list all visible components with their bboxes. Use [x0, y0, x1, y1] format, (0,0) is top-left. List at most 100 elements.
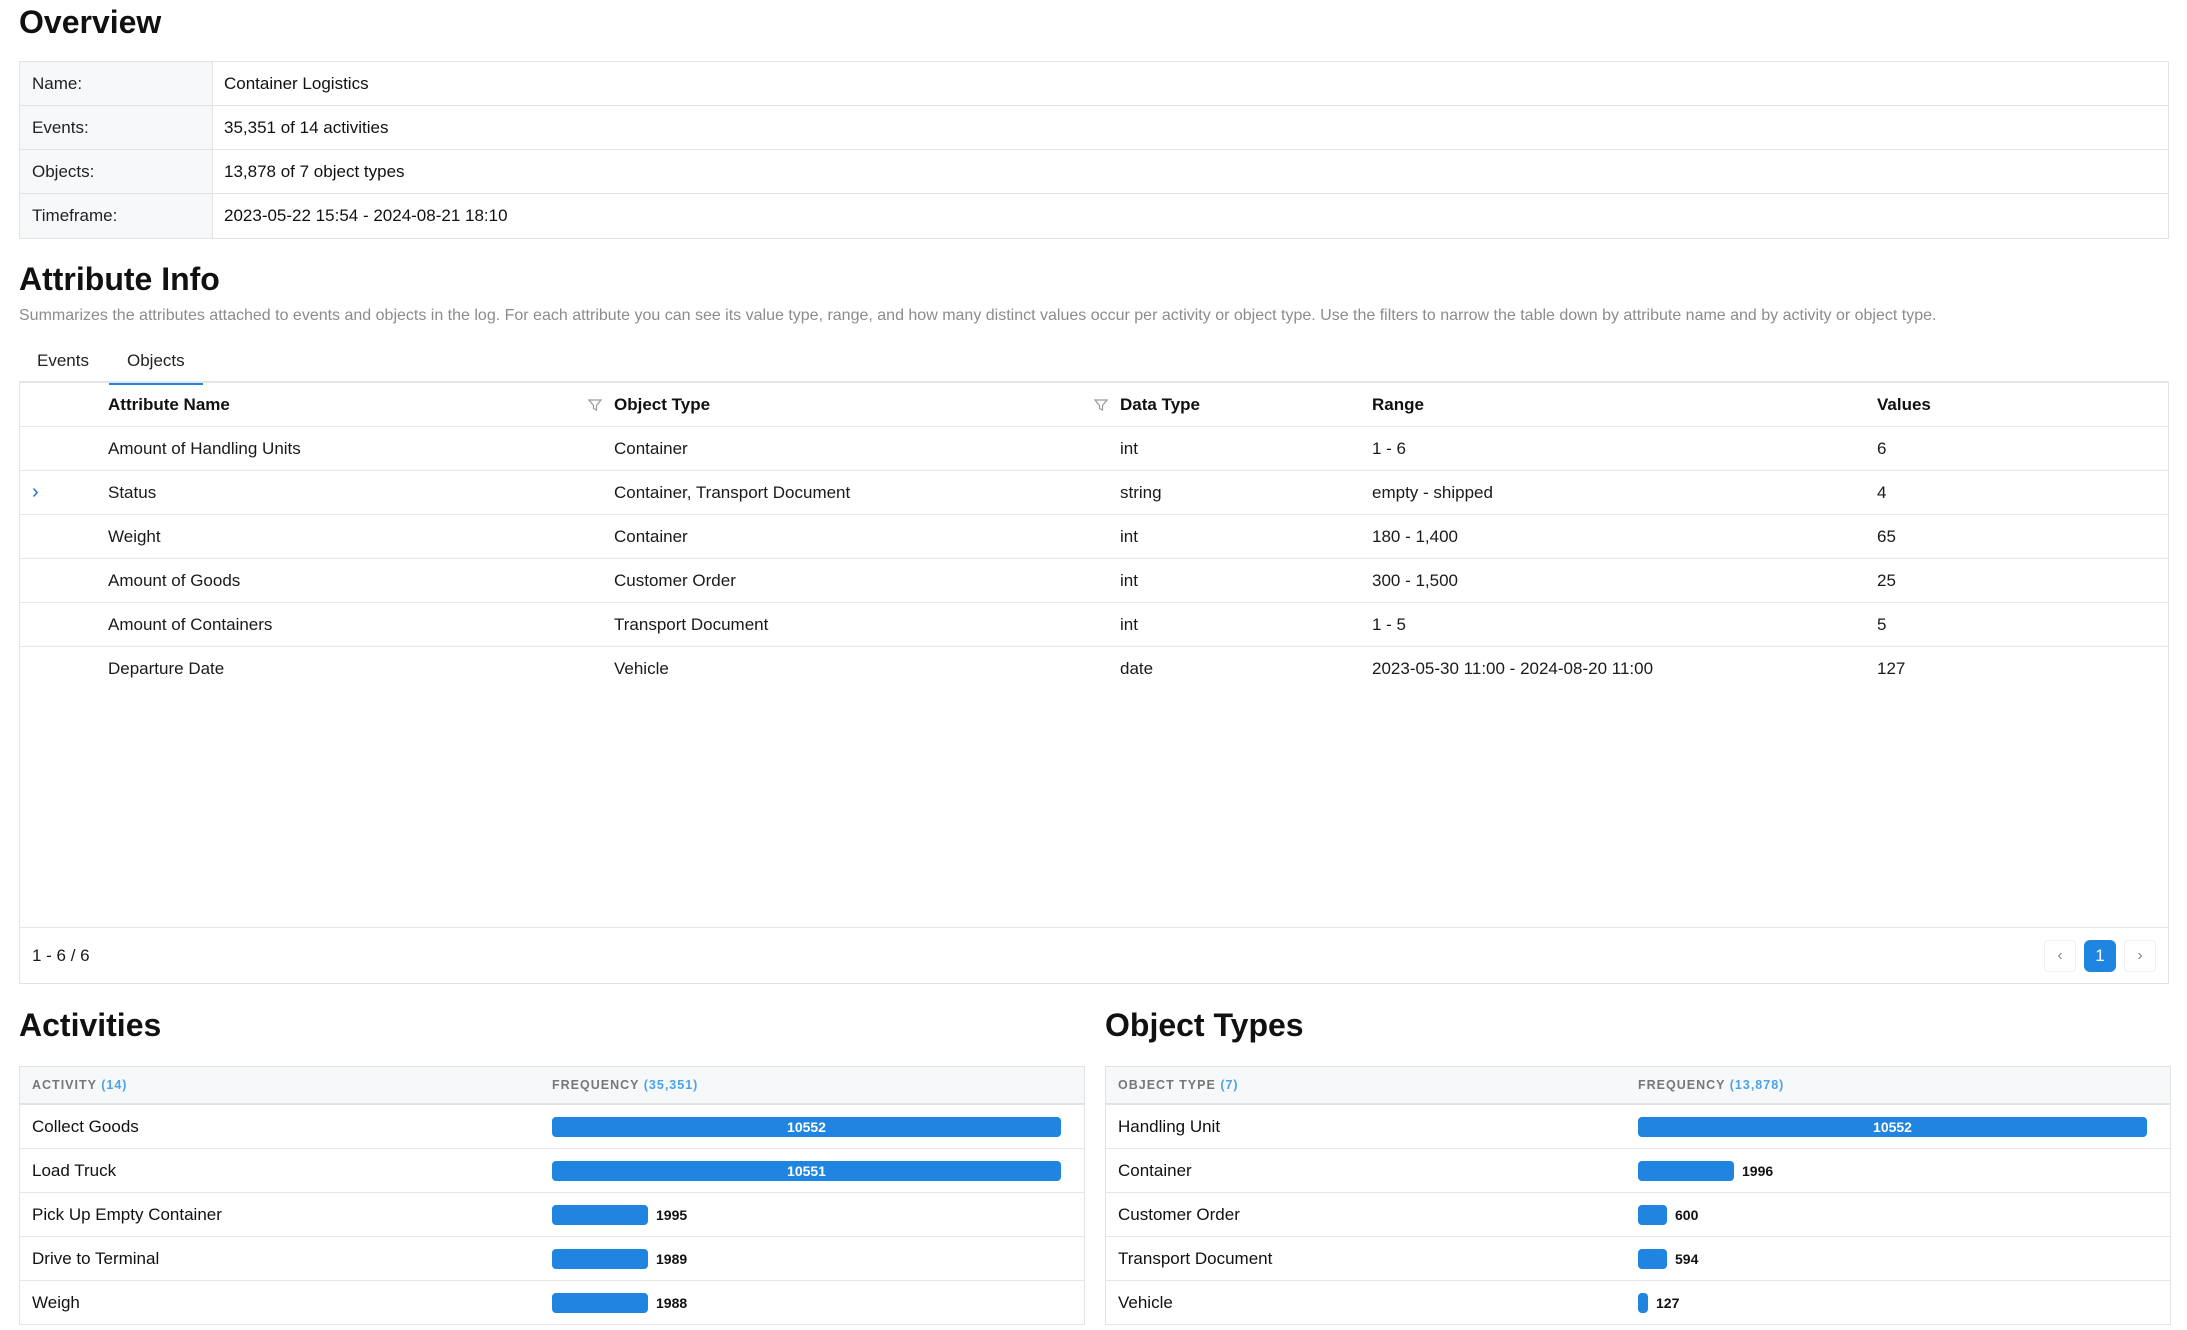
- frequency-cell: 10551: [552, 1160, 1084, 1181]
- table-row: Amount of Goods Customer Order int 300 -…: [20, 559, 2168, 603]
- tab-events[interactable]: Events: [19, 349, 107, 383]
- chevron-left-icon[interactable]: ‹: [2044, 939, 2076, 972]
- overview-row: Name: Container Logistics: [20, 62, 2168, 106]
- frequency-value: 1989: [656, 1250, 688, 1267]
- frequency-value: 10551: [787, 1162, 826, 1179]
- frequency-column-header: FREQUENCY (35,351): [552, 1078, 1084, 1092]
- column-object-type: Object Type: [614, 395, 1120, 415]
- cell-values: 5: [1877, 614, 1887, 634]
- cell-attribute-name: Departure Date: [108, 659, 225, 678]
- cell-attribute-name: Amount of Goods: [108, 570, 241, 590]
- cell-object-type: Container, Transport Document: [614, 482, 851, 502]
- attribute-info-title: Attribute Info: [19, 261, 220, 297]
- list-item: Handling Unit 10552: [1106, 1105, 2170, 1149]
- header-count: (13,878): [1729, 1078, 1785, 1092]
- object-types-header: OBJECT TYPE (7) FREQUENCY (13,878): [1106, 1067, 2170, 1105]
- activity-label: Pick Up Empty Container: [32, 1204, 222, 1224]
- frequency-value: 10552: [787, 1118, 826, 1135]
- activity-label: Weigh: [32, 1292, 80, 1312]
- object-type-column-header: OBJECT TYPE (7): [1106, 1078, 1638, 1092]
- cell-data-type: string: [1120, 482, 1162, 502]
- pagination: ‹ 1 ›: [2044, 939, 2156, 972]
- attribute-table-header: Attribute Name Object Type Data Type Ran…: [20, 383, 2168, 427]
- column-label: Object Type: [614, 394, 711, 414]
- overview-key: Objects:: [20, 150, 213, 193]
- overview-title: Overview: [19, 4, 162, 40]
- frequency-bar: 10552: [1638, 1116, 2147, 1137]
- table-row: Departure Date Vehicle date 2023-05-30 1…: [20, 647, 2168, 691]
- frequency-column-header: FREQUENCY (13,878): [1638, 1078, 2170, 1092]
- frequency-bar-wrap: 1989: [552, 1248, 1072, 1269]
- header-count: (35,351): [643, 1078, 699, 1092]
- activities-table: ACTIVITY (14) FREQUENCY (35,351) Collect…: [19, 1066, 1085, 1325]
- activity-label: Collect Goods: [32, 1116, 139, 1136]
- frequency-bar: [552, 1292, 648, 1313]
- object-types-rows: Handling Unit 10552 Container 1996 Customer …: [1106, 1105, 2170, 1325]
- frequency-bar-wrap: 600: [1638, 1204, 2158, 1225]
- frequency-bar-wrap: 594: [1638, 1248, 2158, 1269]
- object-type-label: Transport Document: [1118, 1248, 1273, 1268]
- filter-icon[interactable]: [1094, 398, 1108, 412]
- list-item: Container 1996: [1106, 1149, 2170, 1193]
- table-row: Amount of Handling Units Container int 1…: [20, 427, 2168, 471]
- cell-data-type: int: [1120, 570, 1138, 590]
- cell-values: 65: [1877, 526, 1896, 546]
- overview-key: Timeframe:: [20, 194, 213, 238]
- frequency-cell: 1995: [552, 1204, 1084, 1225]
- overview-row: Events: 35,351 of 14 activities: [20, 106, 2168, 150]
- list-item: Customer Order 600: [1106, 1193, 2170, 1237]
- overview-table: Name: Container Logistics Events: 35,351…: [19, 61, 2169, 239]
- header-label: ACTIVITY: [32, 1078, 97, 1092]
- table-footer: 1 - 6 / 6 ‹ 1 ›: [20, 927, 2168, 983]
- cell-range: 1 - 6: [1372, 438, 1407, 458]
- cell-object-type: Transport Document: [614, 614, 769, 634]
- cell-attribute-name: Amount of Containers: [108, 614, 273, 634]
- object-types-title: Object Types: [1105, 1007, 1304, 1043]
- table-row: › Status Container, Transport Document s…: [20, 471, 2168, 515]
- object-type-label: Vehicle: [1118, 1292, 1173, 1312]
- cell-object-type: Container: [614, 438, 688, 458]
- cell-range: 1 - 5: [1372, 614, 1407, 634]
- activity-column-header: ACTIVITY (14): [20, 1078, 552, 1092]
- header-count: (7): [1220, 1078, 1239, 1092]
- activity-label: Drive to Terminal: [32, 1248, 160, 1268]
- list-item: Drive to Terminal 1989: [20, 1237, 1084, 1281]
- column-values: Values: [1877, 394, 1931, 414]
- tab-objects[interactable]: Objects: [109, 349, 203, 385]
- overview-key: Events:: [20, 106, 213, 149]
- filter-icon[interactable]: [588, 398, 602, 412]
- overview-key: Name:: [20, 62, 213, 105]
- activities-title: Activities: [19, 1007, 162, 1043]
- object-type-label: Handling Unit: [1118, 1116, 1221, 1136]
- header-label: OBJECT TYPE: [1118, 1078, 1216, 1092]
- attribute-info-description: Summarizes the attributes attached to ev…: [19, 307, 1937, 324]
- frequency-bar-wrap: 127: [1638, 1292, 2158, 1313]
- frequency-value: 127: [1656, 1294, 1680, 1311]
- frequency-value: 1995: [656, 1206, 688, 1223]
- frequency-cell: 10552: [1638, 1116, 2170, 1137]
- frequency-bar: 10552: [552, 1116, 1061, 1137]
- column-label: Attribute Name: [108, 394, 230, 414]
- cell-data-type: date: [1120, 659, 1154, 678]
- attribute-table: Attribute Name Object Type Data Type Ran…: [19, 383, 2169, 984]
- frequency-bar: [1638, 1248, 1667, 1269]
- expand-row-icon[interactable]: ›: [20, 481, 108, 504]
- frequency-value: 594: [1675, 1250, 1699, 1267]
- list-item: Load Truck 10551: [20, 1149, 1084, 1193]
- column-attribute-name: Attribute Name: [108, 395, 614, 415]
- frequency-bar: [1638, 1204, 1667, 1225]
- cell-range: 300 - 1,500: [1372, 570, 1459, 590]
- activities-rows: Collect Goods 10552 Load Truck 10551 Pick Up…: [20, 1105, 1084, 1325]
- cell-attribute-name: Status: [108, 482, 157, 502]
- overview-value: 13,878 of 7 object types: [224, 162, 405, 181]
- frequency-cell: 1988: [552, 1292, 1084, 1313]
- frequency-cell: 127: [1638, 1292, 2170, 1313]
- frequency-bar-wrap: 10552: [1638, 1116, 2158, 1137]
- cell-data-type: int: [1120, 614, 1138, 634]
- chevron-right-icon[interactable]: ›: [2124, 939, 2156, 972]
- page-1-button[interactable]: 1: [2084, 939, 2116, 972]
- frequency-bar-wrap: 1996: [1638, 1160, 2158, 1181]
- cell-data-type: int: [1120, 438, 1138, 458]
- column-data-type: Data Type: [1120, 394, 1200, 414]
- header-label: FREQUENCY: [552, 1078, 640, 1092]
